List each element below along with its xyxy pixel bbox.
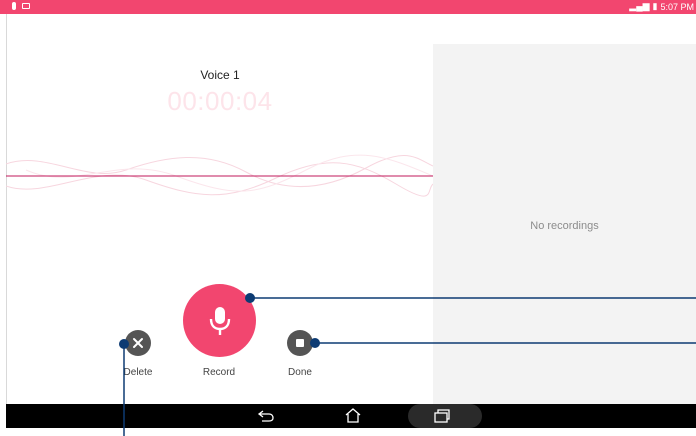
done-button[interactable]: [287, 330, 313, 356]
microphone-icon: [209, 306, 230, 335]
waveform-wave-3: [25, 154, 433, 192]
status-left-icons: [12, 2, 30, 10]
record-button[interactable]: [183, 284, 256, 357]
battery-icon: ▮: [652, 1, 658, 11]
record-label: Record: [202, 367, 236, 378]
recent-apps-icon[interactable]: [433, 409, 451, 423]
recording-timer: 00:00:04: [167, 86, 273, 116]
back-icon[interactable]: [257, 409, 275, 423]
done-label: Done: [288, 367, 312, 378]
delete-button[interactable]: [125, 330, 151, 356]
navigation-bar: [6, 404, 696, 428]
notification-icon: [22, 3, 30, 9]
home-icon[interactable]: [344, 407, 362, 424]
status-right: ▂▄▆ ▮ 5:07 PM: [629, 1, 694, 12]
recording-title: Voice 1: [200, 68, 240, 82]
status-time: 5:07 PM: [660, 1, 694, 12]
waveform: [6, 154, 433, 197]
recordings-panel: No recordings: [433, 44, 696, 404]
delete-label: Delete: [123, 367, 153, 378]
stop-icon: [296, 339, 304, 347]
close-icon: [133, 338, 143, 348]
signal-icon: ▂▄▆: [629, 1, 650, 11]
no-recordings-text: No recordings: [530, 220, 599, 232]
mic-status-icon: [12, 2, 16, 10]
status-bar: ▂▄▆ ▮ 5:07 PM: [0, 0, 696, 14]
